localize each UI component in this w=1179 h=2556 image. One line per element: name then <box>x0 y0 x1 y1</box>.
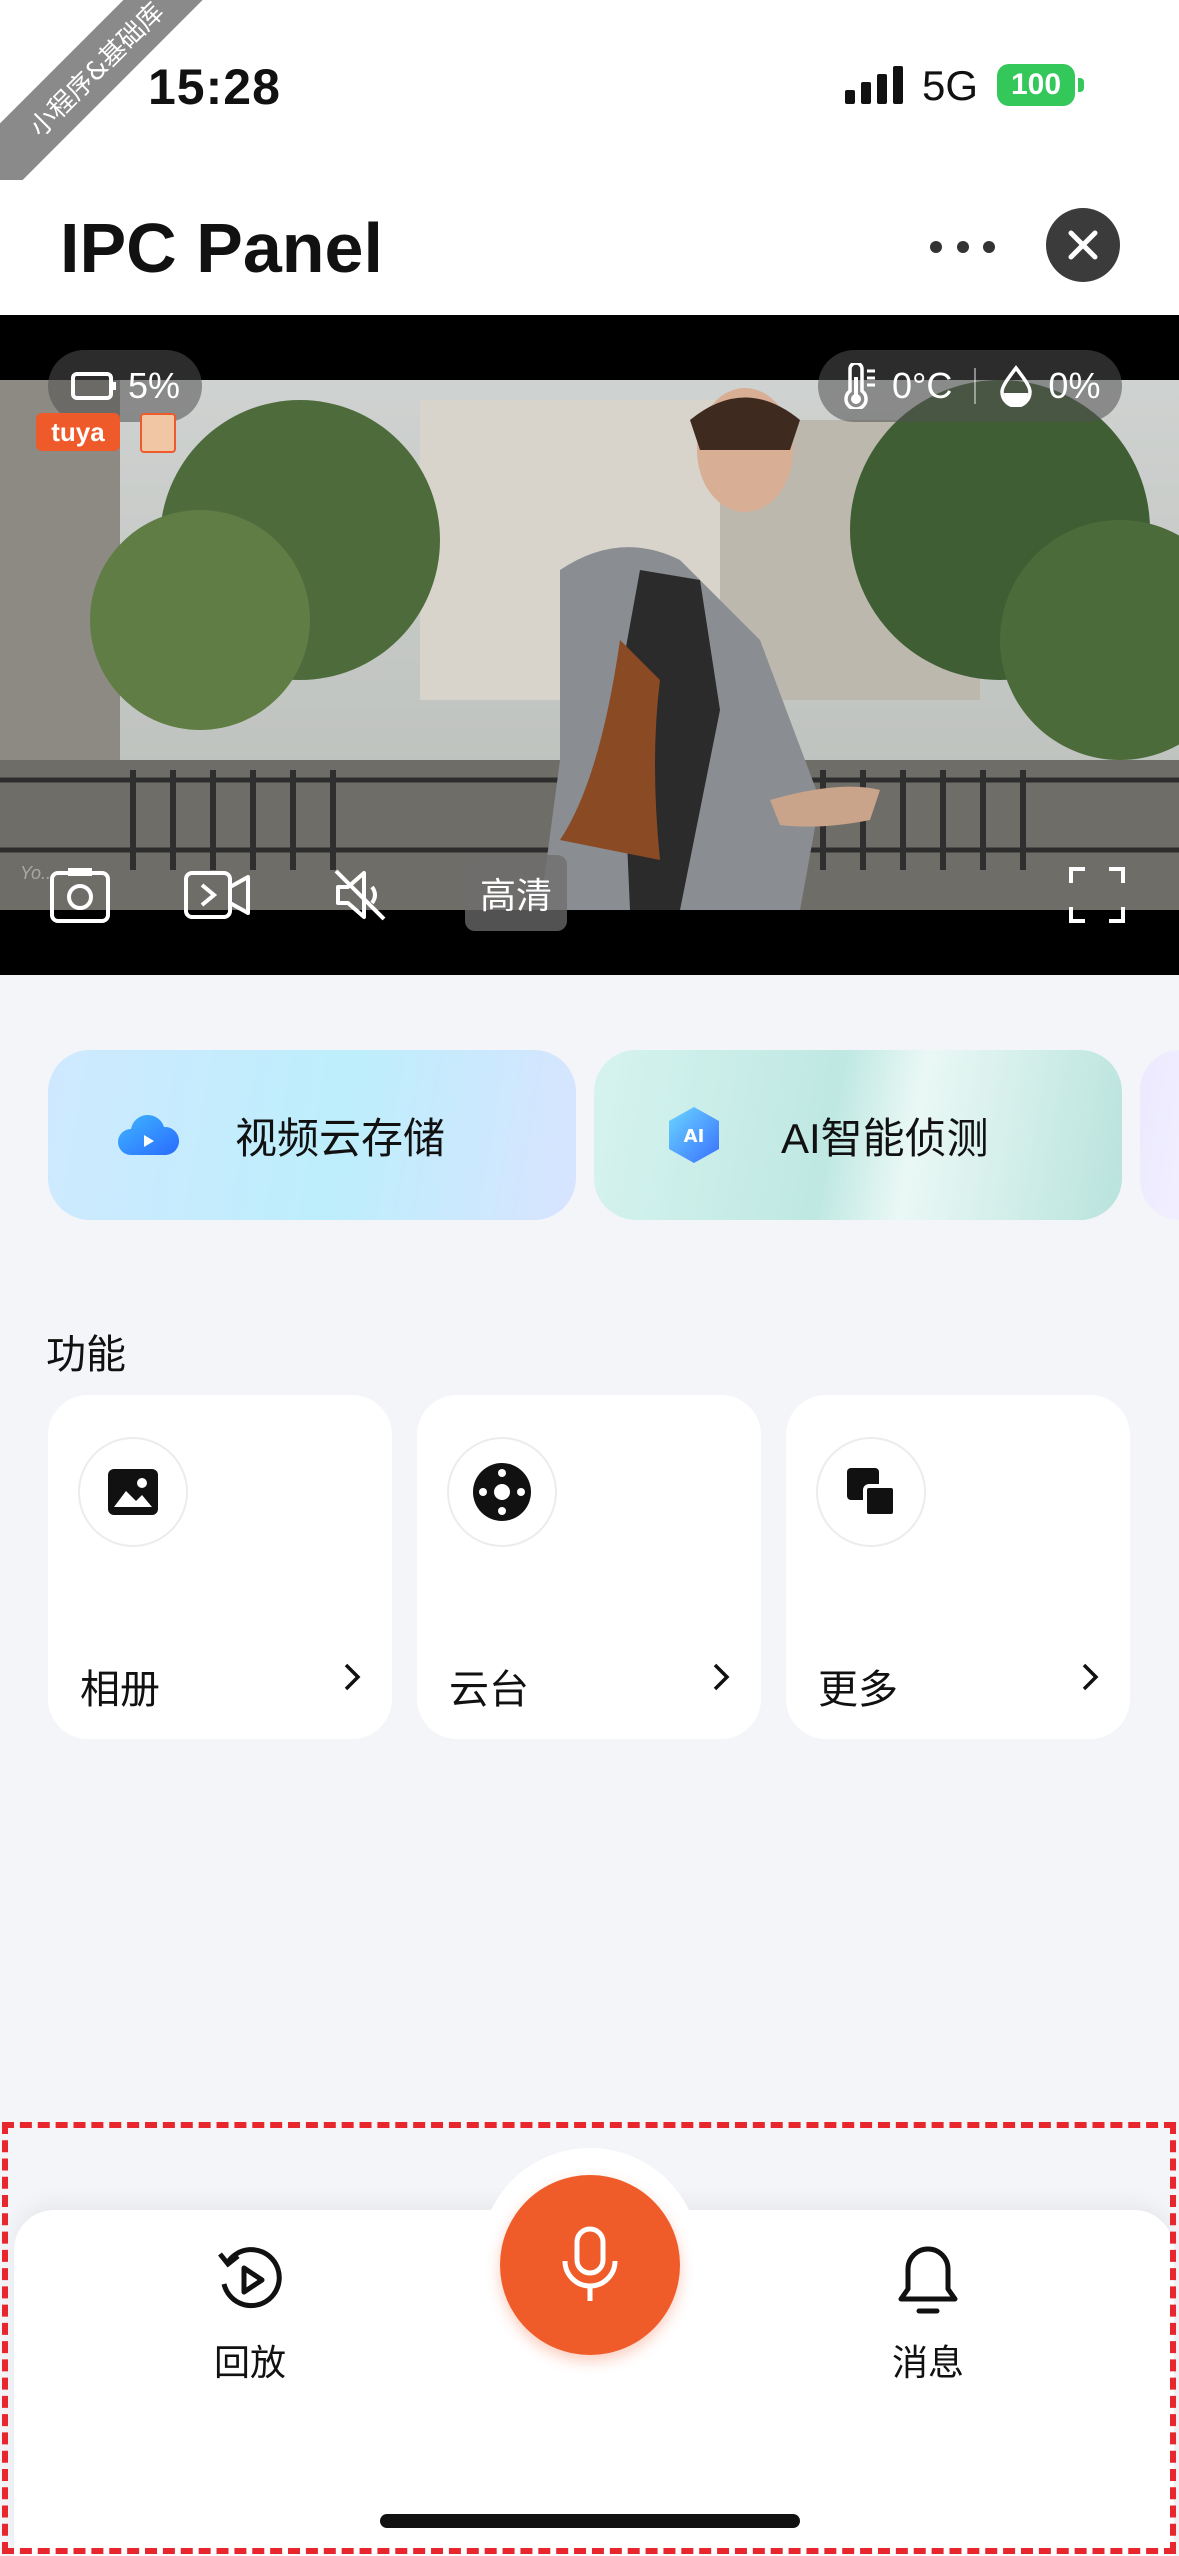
ai-detection-label: AI智能侦测 <box>781 1114 989 1162</box>
network-type: 5G <box>922 62 979 109</box>
brand-logo: tuya <box>36 413 120 451</box>
close-icon <box>1068 230 1098 260</box>
album-label: 相册 <box>80 1668 160 1712</box>
page-title: IPC Panel <box>60 209 383 287</box>
brand-badge-icon <box>140 413 176 453</box>
status-time: 15:28 <box>148 59 281 115</box>
svg-text:AI: AI <box>684 1126 705 1147</box>
battery-nub <box>1078 78 1084 92</box>
more-label: 更多 <box>818 1668 898 1712</box>
cloud-storage-icon <box>113 1100 183 1170</box>
ptz-label: 云台 <box>449 1668 529 1712</box>
fullscreen-icon <box>1069 867 1125 923</box>
album-card[interactable]: 相册 <box>48 1395 392 1739</box>
fullscreen-button[interactable] <box>1062 860 1132 930</box>
highlight-frame <box>2 2122 1176 2554</box>
battery-indicator: 100 <box>997 64 1075 106</box>
speaker-muted-icon <box>334 869 386 921</box>
nav-bar: IPC Panel <box>0 180 1179 315</box>
promo-card-partial[interactable] <box>1140 1050 1179 1220</box>
chevron-right-icon <box>1070 1657 1110 1697</box>
mute-button[interactable] <box>325 860 395 930</box>
cloud-storage-label: 视频云存储 <box>235 1114 446 1162</box>
ai-detection-card[interactable]: AI AI智能侦测 <box>594 1050 1122 1220</box>
status-bar: 小程序&基础库 15:28 5G 100 <box>0 0 1179 205</box>
ptz-card[interactable]: 云台 <box>417 1395 761 1739</box>
quality-toggle-button[interactable]: 高清 <box>465 855 567 931</box>
temperature-value: 0°C <box>892 365 953 406</box>
home-indicator[interactable] <box>380 2514 800 2528</box>
record-button[interactable] <box>182 860 252 930</box>
thermometer-icon <box>844 363 875 409</box>
sensor-pill: 0°C 0% <box>818 350 1123 422</box>
camera-feed-image <box>0 380 1179 910</box>
cloud-storage-card[interactable]: 视频云存储 <box>48 1050 576 1220</box>
more-options-button[interactable] <box>930 222 995 272</box>
chevron-right-icon <box>701 1657 741 1697</box>
ptz-icon <box>447 1437 557 1547</box>
video-record-icon <box>184 871 250 919</box>
functions-section-title: 功能 <box>46 1333 126 1377</box>
battery-icon <box>71 372 116 400</box>
more-icon <box>816 1437 926 1547</box>
live-video-player[interactable]: 5% tuya 0°C 0% Yo... 高清 <box>0 315 1179 975</box>
more-card[interactable]: 更多 <box>786 1395 1130 1739</box>
humidity-icon <box>1000 365 1033 407</box>
ai-detect-icon: AI <box>659 1100 729 1170</box>
signal-icon <box>845 64 903 104</box>
album-icon <box>78 1437 188 1547</box>
battery-level: 5% <box>128 365 181 406</box>
humidity-value: 0% <box>1048 365 1101 406</box>
chevron-right-icon <box>332 1657 372 1697</box>
close-button[interactable] <box>1046 208 1120 282</box>
camera-icon <box>50 868 110 923</box>
sensor-divider <box>974 368 977 404</box>
screenshot-button[interactable] <box>45 860 115 930</box>
battery-pill: 5% <box>48 350 203 422</box>
